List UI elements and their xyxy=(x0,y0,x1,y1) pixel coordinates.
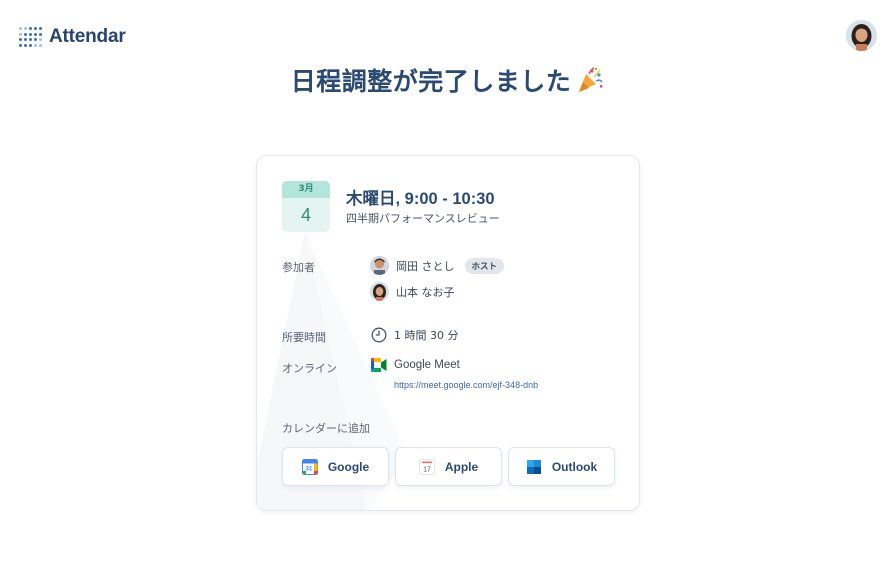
brand-name: Attendar xyxy=(49,26,126,47)
google-meet-icon xyxy=(371,358,387,372)
add-to-calendar-label: カレンダーに追加 xyxy=(282,422,370,435)
participant-name: 山本 なお子 xyxy=(396,285,455,299)
online-label: オンライン xyxy=(282,362,337,375)
duration-label: 所要時間 xyxy=(282,331,326,344)
host-badge: ホスト xyxy=(464,257,505,274)
booking-confirmation-card: 3月 4 木曜日, 9:00 - 10:30 四半期パフォーマンスレビュー 参加… xyxy=(256,155,640,511)
date-month: 3月 xyxy=(282,181,330,198)
participants-label: 参加者 xyxy=(282,261,315,274)
page-title: 日程調整が完了しました xyxy=(0,62,896,98)
meeting-service-name: Google Meet xyxy=(394,359,460,371)
apple-calendar-icon: 17 xyxy=(418,458,435,475)
google-calendar-icon: 31 xyxy=(301,458,318,475)
svg-text:31: 31 xyxy=(305,466,312,472)
brand-logo[interactable]: Attendar xyxy=(19,26,126,48)
meeting-service: Google Meet xyxy=(371,358,460,372)
svg-text:17: 17 xyxy=(423,466,431,473)
participant-item: 山本 なお子 xyxy=(370,282,455,301)
add-google-calendar-button[interactable]: 31 Google xyxy=(282,447,389,486)
add-outlook-calendar-button[interactable]: Outlook xyxy=(508,447,615,486)
date-day: 4 xyxy=(300,205,311,225)
attendar-dots-logo-icon xyxy=(19,27,42,47)
clock-icon xyxy=(371,327,387,343)
participant-item: 岡田 さとし ホスト xyxy=(370,256,505,275)
participant-avatar xyxy=(370,256,389,275)
add-outlook-calendar-label: Outlook xyxy=(551,459,598,474)
participant-name: 岡田 さとし xyxy=(396,259,455,273)
add-apple-calendar-label: Apple xyxy=(444,459,479,474)
meeting-link[interactable]: https://meet.google.com/ejf-348-dnb xyxy=(394,380,538,390)
add-google-calendar-label: Google xyxy=(327,459,370,474)
outlook-icon xyxy=(526,459,541,474)
add-apple-calendar-button[interactable]: 17 Apple xyxy=(395,447,502,486)
date-badge: 3月 4 xyxy=(282,181,330,232)
duration-text: 1 時間 30 分 xyxy=(394,329,459,342)
participant-avatar xyxy=(370,282,389,301)
party-popper-icon xyxy=(579,67,604,92)
event-time: 木曜日, 9:00 - 10:30 xyxy=(346,190,495,208)
page-title-text: 日程調整が完了しました xyxy=(290,67,572,96)
duration-value: 1 時間 30 分 xyxy=(371,327,459,343)
event-name: 四半期パフォーマンスレビュー xyxy=(346,212,500,225)
user-avatar[interactable] xyxy=(846,20,877,51)
